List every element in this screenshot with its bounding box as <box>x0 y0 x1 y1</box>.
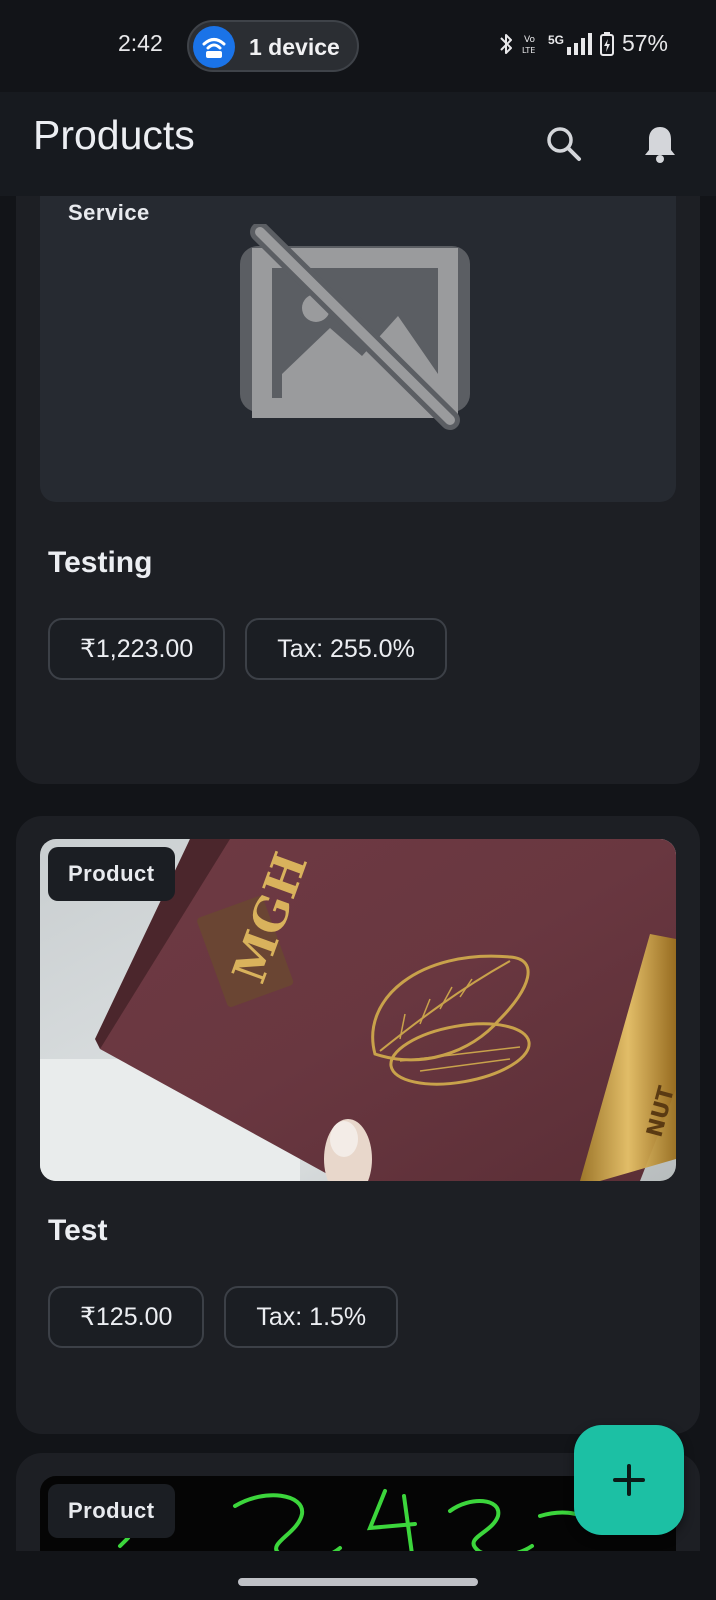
product-chips: ₹125.00 Tax: 1.5% <box>48 1286 399 1348</box>
gesture-nav-handle[interactable] <box>238 1578 478 1586</box>
product-type-chip: Service <box>68 200 150 225</box>
tax-chip: Tax: 255.0% <box>245 618 447 680</box>
status-icons: Vo LTE 5G 57% <box>498 30 668 57</box>
product-type-chip: Product <box>48 1484 175 1538</box>
battery-percent: 57% <box>621 30 668 56</box>
svg-text:Vo: Vo <box>524 35 535 45</box>
product-name: Test <box>48 1214 108 1247</box>
network-type: 5G <box>547 32 564 47</box>
notifications-button[interactable] <box>634 118 686 170</box>
signal-icon: 5G <box>547 32 592 55</box>
plus-icon <box>613 1464 645 1496</box>
search-icon <box>547 127 581 161</box>
page-title: Products <box>33 112 195 158</box>
bell-icon <box>645 127 675 163</box>
add-product-button[interactable] <box>574 1425 684 1535</box>
bluetooth-icon <box>500 33 512 54</box>
hotspot-icon <box>193 26 235 68</box>
tax-chip: Tax: 1.5% <box>224 1286 399 1348</box>
product-chips: ₹1,223.00 Tax: 255.0% <box>48 618 447 680</box>
hotspot-label: 1 device <box>249 34 340 60</box>
app-bar: Products <box>0 92 716 196</box>
product-list[interactable]: Service Testing ₹1,223.00 Tax: 255.0% MG… <box>0 196 716 1551</box>
product-name: Testing <box>48 546 153 579</box>
status-time: 2:42 <box>118 30 163 56</box>
product-card[interactable]: MGH NUT Product Test ₹125.00 Tax: 1.5% <box>16 816 700 1434</box>
search-button[interactable] <box>538 118 590 170</box>
product-image: MGH NUT Product <box>40 839 676 1181</box>
product-image-placeholder: Service <box>40 196 676 502</box>
status-bar: 2:42 1 device Vo LTE 5G 57% <box>0 0 716 92</box>
price-chip: ₹125.00 <box>48 1286 205 1348</box>
no-image-icon <box>240 224 470 430</box>
volte-icon: Vo LTE <box>522 35 535 55</box>
svg-text:LTE: LTE <box>522 46 535 55</box>
product-type-chip: Product <box>48 847 175 901</box>
hotspot-pill[interactable]: 1 device <box>187 20 359 72</box>
product-card[interactable]: Service Testing ₹1,223.00 Tax: 255.0% <box>16 196 700 784</box>
battery-icon <box>599 31 614 56</box>
price-chip: ₹1,223.00 <box>48 618 226 680</box>
